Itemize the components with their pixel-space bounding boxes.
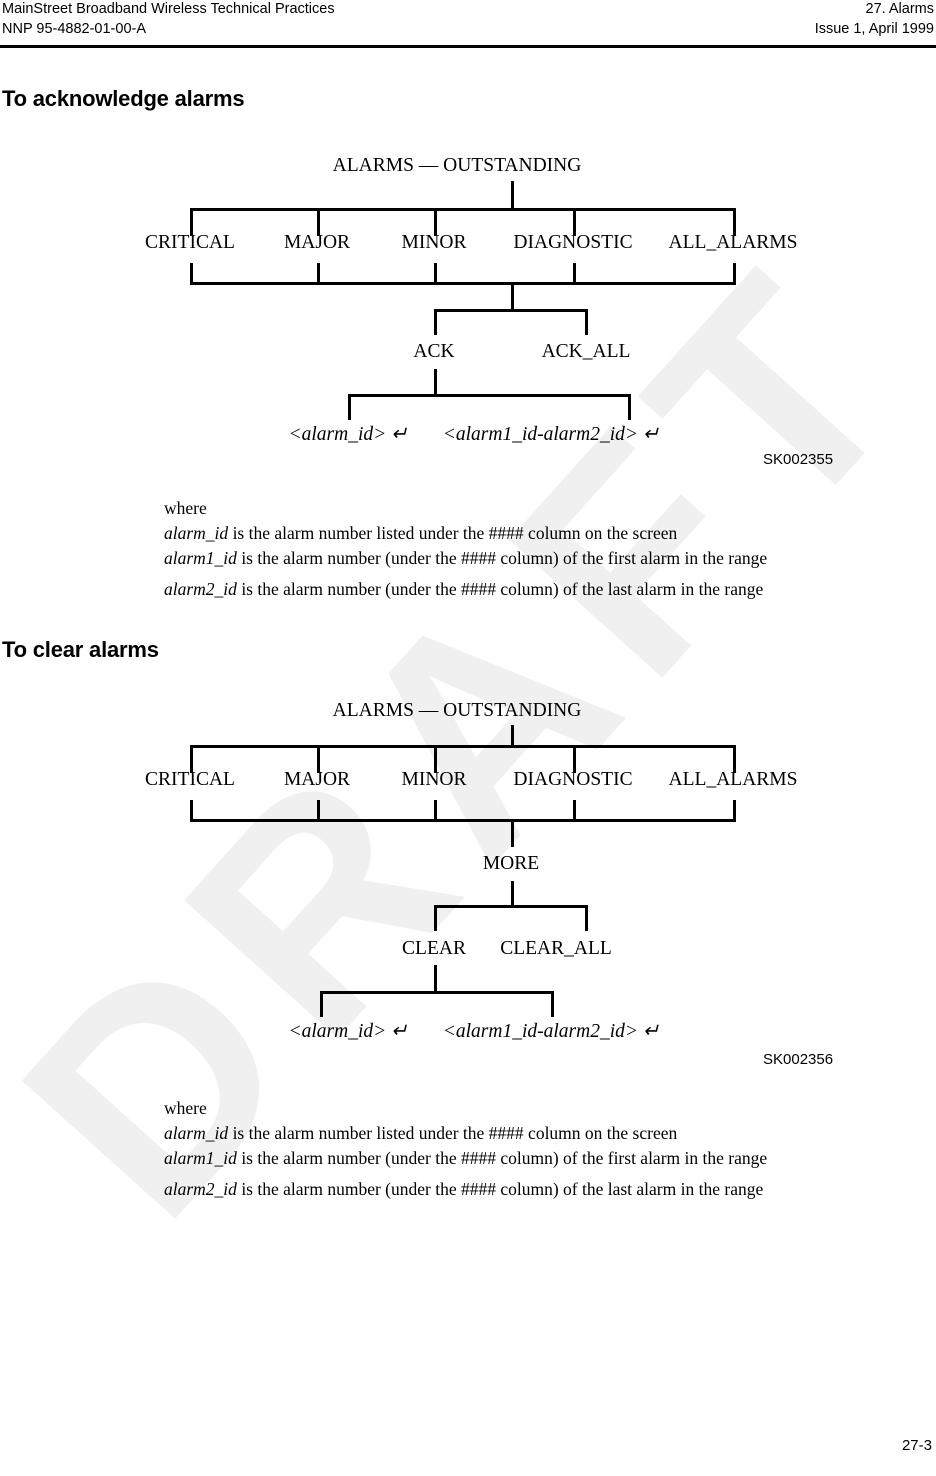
tree-node-all-alarms: ALL_ALARMS — [668, 232, 798, 253]
tree-connector-level3-stem — [434, 369, 437, 397]
where-definition-alarm2-id: alarm2_id is the alarm number (under the… — [164, 1177, 864, 1202]
tree-connector-more-stem — [511, 819, 514, 847]
where-definition-alarm-id: alarm_id is the alarm number listed unde… — [164, 521, 864, 546]
tree-connector-clear-drop — [434, 905, 437, 931]
header-issue-date: Issue 1, April 1999 — [814, 21, 934, 37]
section-heading-clear-alarms: To clear alarms — [2, 637, 159, 662]
where-definitions-acknowledge: where alarm_id is the alarm number liste… — [164, 496, 864, 602]
where-text-alarm-id: is the alarm number listed under the ###… — [228, 523, 678, 543]
tree-connector-alarm-id-drop — [320, 991, 323, 1017]
tree-node-root: ALARMS — OUTSTANDING — [332, 700, 582, 721]
tree-connector-root-stem — [511, 725, 514, 747]
where-text-alarm2-id: is the alarm number (under the #### colu… — [236, 1179, 764, 1199]
where-term-alarm2-id: alarm2_id — [164, 579, 237, 599]
tree-connector-alarm-id-range-drop — [551, 991, 554, 1017]
tree-node-root: ALARMS — OUTSTANDING — [332, 155, 582, 176]
tree-node-ack: ACK — [413, 341, 455, 362]
tree-node-clear: CLEAR — [402, 938, 466, 959]
header-chapter-title: 27. Alarms — [865, 1, 935, 17]
tree-connector-level2-bus — [434, 309, 588, 312]
figure-acknowledge-alarms-menu-tree: ALARMS — OUTSTANDING CRITICAL MAJOR MINO… — [0, 145, 936, 475]
where-definition-alarm-id: alarm_id is the alarm number listed unde… — [164, 1121, 864, 1146]
tree-node-clear-all: CLEAR_ALL — [500, 938, 612, 959]
tree-node-minor: MINOR — [401, 232, 467, 253]
tree-node-alarm-id-range: <alarm1_id-alarm2_id> ↵ — [442, 1021, 660, 1042]
where-definition-alarm2-id: alarm2_id is the alarm number (under the… — [164, 577, 864, 602]
figure-clear-alarms-menu-tree: ALARMS — OUTSTANDING CRITICAL MAJOR MINO… — [0, 695, 936, 1080]
tree-connector-level1-lower-bus — [190, 819, 736, 822]
where-term-alarm1-id: alarm1_id — [164, 548, 237, 568]
tree-connector-level3-bus — [348, 394, 631, 397]
tree-node-minor: MINOR — [401, 769, 467, 790]
tree-node-more: MORE — [482, 853, 540, 874]
tree-node-diagnostic: DIAGNOSTIC — [513, 232, 633, 253]
tree-connector-root-stem — [511, 181, 514, 211]
where-definition-alarm1-id: alarm1_id is the alarm number (under the… — [164, 1146, 864, 1171]
header-document-title: MainStreet Broadband Wireless Technical … — [2, 1, 335, 17]
tree-connector-more-down-stem — [511, 881, 514, 907]
where-label: where — [164, 498, 207, 518]
header-document-number: NNP 95-4882-01-00-A — [2, 21, 147, 37]
section-heading-acknowledge-alarms: To acknowledge alarms — [2, 86, 245, 111]
where-text-alarm1-id: is the alarm number (under the #### colu… — [236, 1148, 768, 1168]
where-term-alarm-id: alarm_id — [164, 523, 229, 543]
tree-connector-alarm-id-range-drop — [628, 394, 631, 420]
figure-id-clear: SK002356 — [763, 1051, 834, 1068]
tree-connector-level4-bus — [320, 991, 554, 994]
where-label: where — [164, 1098, 207, 1118]
tree-node-ack-all: ACK_ALL — [541, 341, 631, 362]
where-definitions-clear: where alarm_id is the alarm number liste… — [164, 1096, 864, 1202]
tree-node-critical: CRITICAL — [145, 769, 235, 790]
tree-connector-level1-bus — [190, 208, 736, 211]
tree-node-alarm-id: <alarm_id> ↵ — [288, 424, 408, 445]
page-number: 27-3 — [901, 1437, 932, 1454]
tree-connector-level3-bus — [434, 905, 588, 908]
tree-connector-clear-all-drop — [585, 905, 588, 931]
where-definition-alarm1-id: alarm1_id is the alarm number (under the… — [164, 546, 864, 571]
tree-connector-ack-drop — [434, 309, 437, 335]
tree-connector-level1-bus — [190, 745, 736, 748]
tree-connector-level4-stem — [434, 965, 437, 993]
tree-node-all-alarms: ALL_ALARMS — [668, 769, 798, 790]
where-term-alarm1-id: alarm1_id — [164, 1148, 237, 1168]
where-term-alarm-id: alarm_id — [164, 1123, 229, 1143]
tree-node-diagnostic: DIAGNOSTIC — [513, 769, 633, 790]
document-page: MainStreet Broadband Wireless Technical … — [0, 0, 936, 1476]
tree-connector-level2-stem — [511, 282, 514, 312]
tree-connector-ack-all-drop — [585, 309, 588, 335]
tree-node-major: MAJOR — [283, 769, 351, 790]
tree-node-major: MAJOR — [283, 232, 351, 253]
where-text-alarm1-id: is the alarm number (under the #### colu… — [236, 548, 768, 568]
tree-node-alarm-id: <alarm_id> ↵ — [288, 1021, 408, 1042]
where-term-alarm2-id: alarm2_id — [164, 1179, 237, 1199]
where-text-alarm-id: is the alarm number listed under the ###… — [228, 1123, 678, 1143]
tree-connector-level1-lower-bus — [190, 282, 736, 285]
header-divider-rule — [0, 45, 936, 48]
where-text-alarm2-id: is the alarm number (under the #### colu… — [236, 579, 764, 599]
tree-node-alarm-id-range: <alarm1_id-alarm2_id> ↵ — [442, 424, 660, 445]
figure-id-acknowledge: SK002355 — [763, 451, 834, 468]
tree-connector-alarm-id-drop — [348, 394, 351, 420]
tree-node-critical: CRITICAL — [145, 232, 235, 253]
